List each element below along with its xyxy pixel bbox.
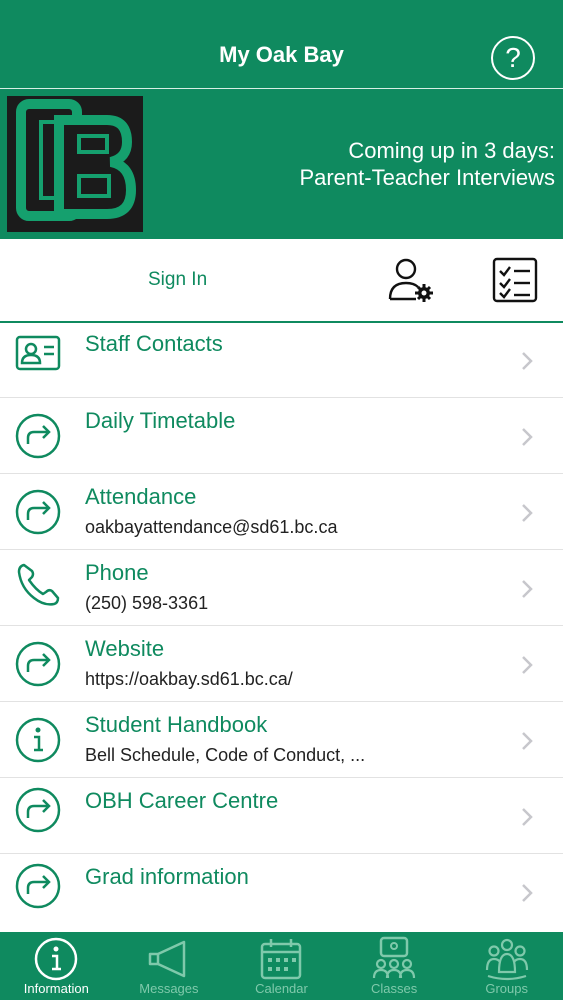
chevron-right-icon — [522, 808, 533, 826]
group-icon — [485, 938, 528, 981]
checklist-icon — [492, 257, 538, 303]
school-logo — [7, 96, 143, 232]
list-item-subtitle: (250) 598-3361 — [85, 593, 209, 613]
redirect-arrow-icon — [15, 863, 61, 909]
bottom-tab-bar: Information Messages Calendar Classes Gr… — [0, 932, 563, 1000]
top-bar: My Oak Bay ? — [0, 0, 563, 89]
sign-in-link[interactable]: Sign In — [148, 269, 207, 291]
chevron-right-icon — [522, 732, 533, 750]
chevron-right-icon — [522, 504, 533, 522]
chevron-right-icon — [522, 580, 533, 598]
tab-messages[interactable]: Messages — [113, 932, 226, 1000]
tab-label: Groups — [485, 981, 528, 996]
list-item-phone[interactable]: Phone (250) 598-3361 — [0, 550, 563, 626]
list-item-label: Grad information — [85, 864, 249, 889]
info-circle-icon — [15, 717, 61, 763]
list-item-label: Staff Contacts — [85, 331, 223, 356]
list-item-label: Student Handbook — [85, 712, 268, 737]
list-item-subtitle: Bell Schedule, Code of Conduct, ... — [85, 745, 366, 765]
tab-label: Classes — [370, 981, 418, 996]
user-settings-icon — [388, 258, 433, 302]
redirect-arrow-icon — [15, 641, 61, 687]
upcoming-countdown: Coming up in 3 days: — [348, 138, 555, 163]
tab-groups[interactable]: Groups — [450, 932, 563, 1000]
tab-calendar[interactable]: Calendar — [225, 932, 338, 1000]
list-item-label: OBH Career Centre — [85, 788, 279, 813]
list-item-subtitle: oakbayattendance@sd61.bc.ca — [85, 517, 338, 537]
redirect-arrow-icon — [15, 489, 61, 535]
info-circle-icon — [35, 937, 78, 981]
chevron-right-icon — [522, 884, 533, 902]
classroom-icon — [372, 936, 416, 979]
megaphone-icon — [148, 940, 186, 978]
redirect-arrow-icon — [15, 787, 61, 833]
user-settings-button[interactable] — [386, 255, 436, 305]
phone-icon — [17, 563, 60, 606]
list-item-grad-information[interactable]: Grad information — [0, 854, 563, 929]
tab-classes[interactable]: Classes — [338, 932, 451, 1000]
action-row: Sign In — [0, 239, 563, 323]
chevron-right-icon — [522, 352, 533, 370]
list-item-label: Phone — [85, 560, 149, 585]
list-item-daily-timetable[interactable]: Daily Timetable — [0, 398, 563, 474]
calendar-icon — [261, 939, 302, 980]
chevron-right-icon — [522, 428, 533, 446]
upcoming-event-name: Parent-Teacher Interviews — [299, 165, 555, 190]
list-item-attendance[interactable]: Attendance oakbayattendance@sd61.bc.ca — [0, 474, 563, 550]
list-item-website[interactable]: Website https://oakbay.sd61.bc.ca/ — [0, 626, 563, 702]
list-item-label: Website — [85, 636, 165, 661]
tab-label: Messages — [139, 981, 199, 996]
list-item-staff-contacts[interactable]: Staff Contacts — [0, 323, 563, 398]
redirect-arrow-icon — [15, 413, 61, 459]
tab-label: Calendar — [255, 981, 308, 996]
checklist-button[interactable] — [490, 255, 540, 305]
app-title: My Oak Bay — [219, 42, 344, 67]
list-item-label: Attendance — [85, 484, 197, 509]
chevron-right-icon — [522, 656, 533, 674]
banner: Coming up in 3 days: Parent-Teacher Inte… — [0, 89, 563, 239]
question-circle-icon: ? — [505, 42, 521, 73]
list-item-subtitle: https://oakbay.sd61.bc.ca/ — [85, 669, 293, 689]
info-list: Staff Contacts Daily Timetable Attendanc… — [0, 323, 563, 929]
upcoming-event[interactable]: Coming up in 3 days: Parent-Teacher Inte… — [299, 137, 555, 191]
tab-information[interactable]: Information — [0, 932, 113, 1000]
list-item-label: Daily Timetable — [85, 408, 236, 433]
help-button[interactable]: ? — [491, 36, 535, 80]
list-item-career-centre[interactable]: OBH Career Centre — [0, 778, 563, 854]
list-item-student-handbook[interactable]: Student Handbook Bell Schedule, Code of … — [0, 702, 563, 778]
id-card-icon — [15, 335, 61, 371]
tab-label: Information — [23, 981, 89, 996]
